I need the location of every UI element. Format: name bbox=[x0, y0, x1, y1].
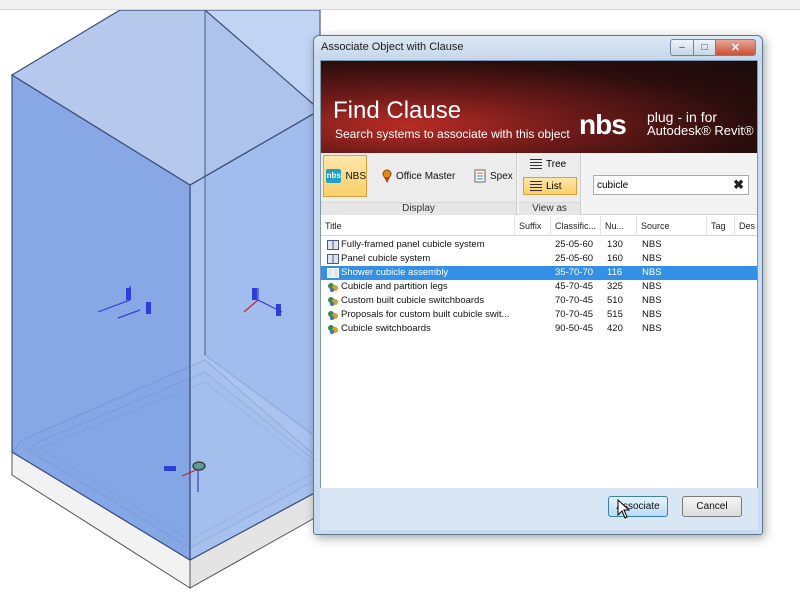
parts-icon bbox=[328, 325, 338, 334]
nbs-icon: nbs bbox=[326, 169, 342, 183]
row-title: Cubicle switchboards bbox=[341, 323, 431, 334]
row-source: NBS bbox=[642, 295, 662, 306]
row-classification: 25-05-60 bbox=[555, 239, 594, 250]
svg-text:nbs: nbs bbox=[579, 113, 626, 137]
tree-icon bbox=[530, 159, 542, 169]
view-tree-button[interactable]: Tree bbox=[523, 155, 577, 173]
row-number: 116 bbox=[607, 267, 623, 278]
list-row[interactable]: Proposals for custom built cubicle swit.… bbox=[321, 308, 757, 322]
row-title: Shower cubicle assembly bbox=[341, 267, 449, 278]
dialog-footer: Associate Cancel bbox=[320, 488, 758, 530]
row-classification: 35-70-70 bbox=[555, 267, 594, 278]
banner-subtitle: Search systems to associate with this ob… bbox=[335, 127, 570, 141]
book-icon bbox=[327, 254, 339, 264]
maximize-button[interactable]: □ bbox=[694, 39, 716, 56]
row-source: NBS bbox=[642, 309, 662, 320]
view-tree-label: Tree bbox=[546, 158, 567, 170]
display-group-label: Display bbox=[321, 202, 516, 215]
row-classification: 45-70-45 bbox=[555, 281, 594, 292]
row-title: Cubicle and partition legs bbox=[341, 281, 448, 292]
source-nbs-label: NBS bbox=[345, 170, 366, 182]
row-number: 160 bbox=[607, 253, 623, 264]
row-title: Panel cubicle system bbox=[341, 253, 431, 264]
mouse-pointer-icon bbox=[617, 499, 631, 519]
minimize-icon: – bbox=[679, 42, 685, 53]
column-description[interactable]: Des bbox=[735, 216, 757, 236]
column-number[interactable]: Nu... bbox=[601, 216, 637, 236]
plugin-brand: plug - in for Autodesk® Revit® bbox=[647, 110, 754, 138]
row-number: 510 bbox=[607, 295, 623, 306]
clause-results-list: Title Suffix Classific... Nu... Source T… bbox=[321, 216, 757, 496]
row-source: NBS bbox=[642, 267, 662, 278]
list-header: Title Suffix Classific... Nu... Source T… bbox=[321, 216, 757, 236]
panel-right bbox=[189, 108, 321, 562]
book-icon bbox=[327, 240, 339, 250]
source-spex-button[interactable]: Spex bbox=[469, 155, 515, 197]
cancel-button[interactable]: Cancel bbox=[682, 496, 742, 517]
book-icon bbox=[327, 268, 339, 278]
row-source: NBS bbox=[642, 323, 662, 334]
search-box: ✖ bbox=[593, 175, 749, 195]
column-classification[interactable]: Classific... bbox=[551, 216, 601, 236]
associate-object-dialog: Associate Object with Clause – □ ✕ Find … bbox=[313, 35, 763, 535]
row-number: 325 bbox=[607, 281, 623, 292]
minimize-button[interactable]: – bbox=[670, 39, 694, 56]
list-icon bbox=[530, 181, 542, 191]
close-icon: ✕ bbox=[730, 42, 741, 54]
column-suffix[interactable]: Suffix bbox=[515, 216, 551, 236]
row-number: 420 bbox=[607, 323, 623, 334]
row-source: NBS bbox=[642, 239, 662, 250]
list-row[interactable]: Panel cubicle system 25-05-60 160 NBS bbox=[321, 252, 757, 266]
source-office-master-label: Office Master bbox=[396, 170, 456, 182]
list-row-selected[interactable]: Shower cubicle assembly 35-70-70 116 NBS bbox=[321, 266, 757, 280]
row-title: Proposals for custom built cubicle swit.… bbox=[341, 309, 510, 320]
view-as-group: Tree List View as bbox=[519, 153, 581, 215]
row-title: Fully-framed panel cubicle system bbox=[341, 239, 485, 250]
source-office-master-button[interactable]: Office Master bbox=[375, 155, 465, 197]
search-input[interactable] bbox=[597, 178, 727, 192]
nbs-logo: nbs bbox=[579, 113, 627, 137]
list-row[interactable]: Custom built cubicle switchboards 70-70-… bbox=[321, 294, 757, 308]
dialog-title: Associate Object with Clause bbox=[321, 41, 464, 53]
view-list-label: List bbox=[546, 180, 562, 192]
row-classification: 90-50-45 bbox=[555, 323, 594, 334]
dialog-titlebar[interactable]: Associate Object with Clause – □ ✕ bbox=[314, 36, 762, 60]
parts-icon bbox=[328, 297, 338, 306]
row-source: NBS bbox=[642, 253, 662, 264]
column-source[interactable]: Source bbox=[637, 216, 707, 236]
parts-icon bbox=[328, 283, 338, 292]
row-classification: 70-70-45 bbox=[555, 295, 594, 306]
source-nbs-button[interactable]: nbs NBS bbox=[323, 155, 367, 197]
row-number: 515 bbox=[607, 309, 623, 320]
display-group: nbs NBS Office Master Spex Display bbox=[321, 153, 517, 215]
column-title[interactable]: Title bbox=[321, 216, 515, 236]
view-as-group-label: View as bbox=[519, 202, 580, 215]
column-tag[interactable]: Tag bbox=[707, 216, 735, 236]
row-number: 130 bbox=[607, 239, 623, 250]
row-classification: 25-05-60 bbox=[555, 253, 594, 264]
list-row[interactable]: Cubicle switchboards 90-50-45 420 NBS bbox=[321, 322, 757, 336]
ribbon-medal-icon bbox=[382, 169, 392, 183]
row-source: NBS bbox=[642, 281, 662, 292]
list-rows: Fully-framed panel cubicle system 25-05-… bbox=[321, 238, 757, 336]
window-controls: – □ ✕ bbox=[670, 39, 756, 56]
banner-title: Find Clause bbox=[333, 97, 462, 124]
spex-icon bbox=[474, 169, 486, 183]
row-classification: 70-70-45 bbox=[555, 309, 594, 320]
parts-icon bbox=[328, 311, 338, 320]
find-clause-banner: Find Clause Search systems to associate … bbox=[321, 61, 757, 153]
app-top-strip bbox=[0, 0, 800, 10]
row-title: Custom built cubicle switchboards bbox=[341, 295, 485, 306]
list-row[interactable]: Cubicle and partition legs 45-70-45 325 … bbox=[321, 280, 757, 294]
maximize-icon: □ bbox=[701, 42, 708, 53]
list-row[interactable]: Fully-framed panel cubicle system 25-05-… bbox=[321, 238, 757, 252]
close-button[interactable]: ✕ bbox=[716, 39, 756, 56]
clear-search-icon[interactable]: ✖ bbox=[733, 177, 744, 193]
dialog-content: Find Clause Search systems to associate … bbox=[320, 60, 758, 530]
brand-line-2: Autodesk® Revit® bbox=[647, 123, 754, 138]
source-spex-label: Spex bbox=[490, 170, 513, 182]
view-list-button[interactable]: List bbox=[523, 177, 577, 195]
